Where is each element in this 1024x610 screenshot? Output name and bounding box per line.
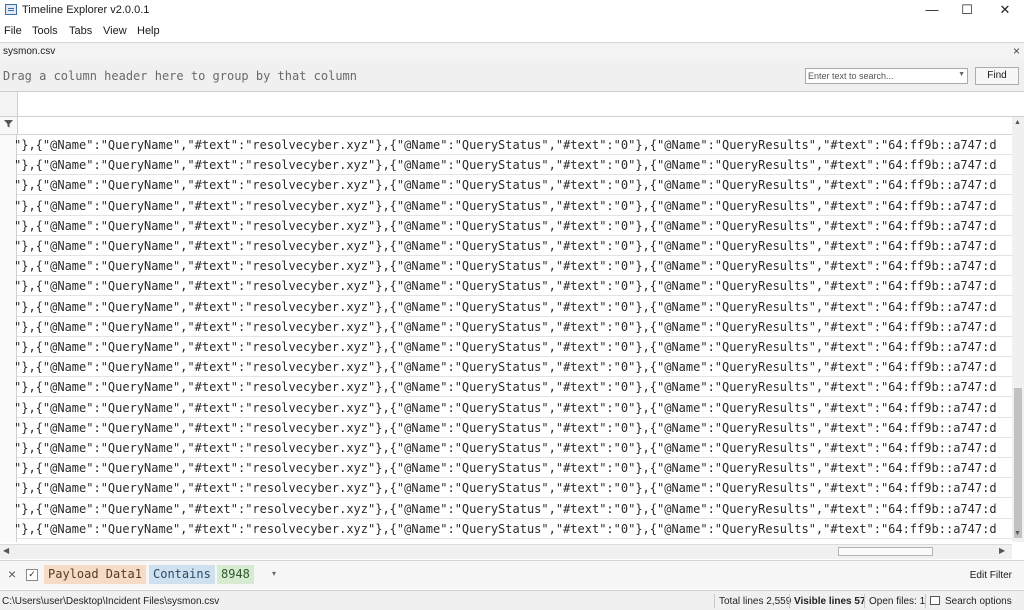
payload-cell[interactable]: "},{"@Name":"QueryName","#text":"resolve… [14, 320, 997, 334]
status-separator [925, 594, 926, 608]
maximize-button[interactable]: ☐ [950, 0, 984, 20]
filter-row-gutter [0, 117, 18, 134]
menu-file[interactable]: File [4, 25, 22, 37]
group-by-panel[interactable]: Drag a column header here to group by th… [0, 61, 1024, 92]
app-icon [5, 4, 17, 15]
status-total-lines: Total lines 2,559 [719, 596, 792, 607]
table-row[interactable]: "},{"@Name":"QueryName","#text":"resolve… [14, 377, 1012, 398]
menu-bar: File Tools Tabs View Help [0, 21, 1024, 41]
menu-help[interactable]: Help [137, 25, 160, 37]
payload-cell[interactable]: "},{"@Name":"QueryName","#text":"resolve… [14, 441, 997, 455]
table-row[interactable]: "},{"@Name":"QueryName","#text":"resolve… [14, 357, 1012, 378]
minimize-button[interactable]: — [915, 0, 949, 20]
document-tab-strip: sysmon.csv × [0, 42, 1024, 62]
table-row[interactable]: "},{"@Name":"QueryName","#text":"resolve… [14, 519, 1012, 539]
table-row[interactable]: "},{"@Name":"QueryName","#text":"resolve… [14, 458, 1012, 479]
edit-filter-button[interactable]: Edit Filter [970, 570, 1012, 581]
search-input[interactable] [806, 69, 956, 83]
status-bar: C:\Users\user\Desktop\Incident Files\sys… [0, 590, 1024, 610]
payload-cell[interactable]: "},{"@Name":"QueryName","#text":"resolve… [14, 421, 997, 435]
search-dropdown-icon[interactable]: ▼ [958, 71, 965, 78]
payload-cell[interactable]: "},{"@Name":"QueryName","#text":"resolve… [14, 360, 997, 374]
vertical-scroll-thumb[interactable] [1014, 388, 1022, 538]
payload-cell[interactable]: "},{"@Name":"QueryName","#text":"resolve… [14, 219, 997, 233]
payload-cell[interactable]: "},{"@Name":"QueryName","#text":"resolve… [14, 178, 997, 192]
status-visible-lines: Visible lines 57 [794, 596, 866, 607]
table-row[interactable]: "},{"@Name":"QueryName","#text":"resolve… [14, 216, 1012, 236]
filter-history-dropdown-icon[interactable]: ▾ [272, 569, 276, 578]
status-open-files: Open files: 1 [869, 596, 926, 607]
enable-filter-checkbox[interactable]: ✓ [26, 569, 38, 581]
payload-cell[interactable]: "},{"@Name":"QueryName","#text":"resolve… [14, 259, 997, 273]
scroll-up-icon[interactable]: ▲ [1014, 119, 1021, 126]
horizontal-scroll-thumb[interactable] [838, 547, 933, 556]
payload-cell[interactable]: "},{"@Name":"QueryName","#text":"resolve… [14, 138, 997, 152]
funnel-icon[interactable] [4, 119, 13, 131]
table-row[interactable]: "},{"@Name":"QueryName","#text":"resolve… [14, 317, 1012, 337]
horizontal-scrollbar[interactable]: ◀ ▶ [0, 544, 1012, 559]
window-title: Timeline Explorer v2.0.0.1 [22, 4, 150, 16]
payload-cell[interactable]: "},{"@Name":"QueryName","#text":"resolve… [14, 401, 997, 415]
column-header-row[interactable] [0, 92, 1024, 117]
table-row[interactable]: "},{"@Name":"QueryName","#text":"resolve… [14, 276, 1012, 297]
vertical-scrollbar[interactable]: ▲ ▼ [1012, 117, 1024, 542]
group-by-hint: Drag a column header here to group by th… [3, 69, 358, 83]
status-separator [714, 594, 715, 608]
scroll-left-icon[interactable]: ◀ [3, 546, 9, 555]
table-row[interactable]: "},{"@Name":"QueryName","#text":"resolve… [14, 196, 1012, 216]
payload-cell[interactable]: "},{"@Name":"QueryName","#text":"resolve… [14, 481, 997, 495]
clear-filter-icon[interactable]: × [8, 566, 16, 582]
payload-cell[interactable]: "},{"@Name":"QueryName","#text":"resolve… [14, 502, 997, 516]
payload-cell[interactable]: "},{"@Name":"QueryName","#text":"resolve… [14, 522, 997, 536]
payload-cell[interactable]: "},{"@Name":"QueryName","#text":"resolve… [14, 199, 997, 213]
status-separator [864, 594, 865, 608]
payload-cell[interactable]: "},{"@Name":"QueryName","#text":"resolve… [14, 239, 997, 253]
table-row[interactable]: "},{"@Name":"QueryName","#text":"resolve… [14, 398, 1012, 418]
payload-cell[interactable]: "},{"@Name":"QueryName","#text":"resolve… [14, 300, 997, 314]
search-box[interactable]: ▼ [805, 68, 968, 84]
tab-close-icon[interactable]: × [1013, 44, 1020, 58]
filter-operator[interactable]: Contains [149, 565, 215, 584]
title-bar: Timeline Explorer v2.0.0.1 — ☐ ✕ [0, 0, 1024, 20]
table-row[interactable]: "},{"@Name":"QueryName","#text":"resolve… [14, 175, 1012, 196]
table-row[interactable]: "},{"@Name":"QueryName","#text":"resolve… [14, 155, 1012, 176]
close-button[interactable]: ✕ [988, 0, 1022, 20]
tab-sysmon-csv[interactable]: sysmon.csv [3, 46, 55, 57]
status-separator [789, 594, 790, 608]
table-row[interactable]: "},{"@Name":"QueryName","#text":"resolve… [14, 236, 1012, 256]
filter-field[interactable]: Payload Data1 [44, 565, 146, 584]
auto-filter-row[interactable] [0, 117, 1024, 135]
table-row[interactable]: "},{"@Name":"QueryName","#text":"resolve… [14, 297, 1012, 317]
search-options-icon[interactable] [930, 596, 940, 605]
payload-cell[interactable]: "},{"@Name":"QueryName","#text":"resolve… [14, 279, 997, 293]
row-indicator-header [0, 92, 18, 116]
menu-tools[interactable]: Tools [32, 25, 58, 37]
menu-tabs[interactable]: Tabs [69, 25, 92, 37]
payload-cell[interactable]: "},{"@Name":"QueryName","#text":"resolve… [14, 461, 997, 475]
table-row[interactable]: "},{"@Name":"QueryName","#text":"resolve… [14, 337, 1012, 357]
data-grid[interactable]: "},{"@Name":"QueryName","#text":"resolve… [0, 135, 1012, 542]
scroll-down-icon[interactable]: ▼ [1014, 530, 1021, 537]
menu-view[interactable]: View [103, 25, 127, 37]
status-file-path: C:\Users\user\Desktop\Incident Files\sys… [2, 596, 220, 607]
find-button[interactable]: Find [975, 67, 1019, 85]
filter-value[interactable]: 8948 [217, 565, 254, 584]
search-options-button[interactable]: Search options [945, 596, 1012, 607]
table-row[interactable]: "},{"@Name":"QueryName","#text":"resolve… [14, 438, 1012, 458]
payload-cell[interactable]: "},{"@Name":"QueryName","#text":"resolve… [14, 380, 997, 394]
table-row[interactable]: "},{"@Name":"QueryName","#text":"resolve… [14, 135, 1012, 155]
table-row[interactable]: "},{"@Name":"QueryName","#text":"resolve… [14, 256, 1012, 277]
table-row[interactable]: "},{"@Name":"QueryName","#text":"resolve… [14, 418, 1012, 438]
payload-cell[interactable]: "},{"@Name":"QueryName","#text":"resolve… [14, 340, 997, 354]
payload-cell[interactable]: "},{"@Name":"QueryName","#text":"resolve… [14, 158, 997, 172]
scroll-right-icon[interactable]: ▶ [999, 546, 1005, 555]
filter-panel: × ✓ Payload Data1 Contains 8948 ▾ Edit F… [0, 560, 1024, 589]
table-row[interactable]: "},{"@Name":"QueryName","#text":"resolve… [14, 499, 1012, 519]
table-row[interactable]: "},{"@Name":"QueryName","#text":"resolve… [14, 478, 1012, 499]
